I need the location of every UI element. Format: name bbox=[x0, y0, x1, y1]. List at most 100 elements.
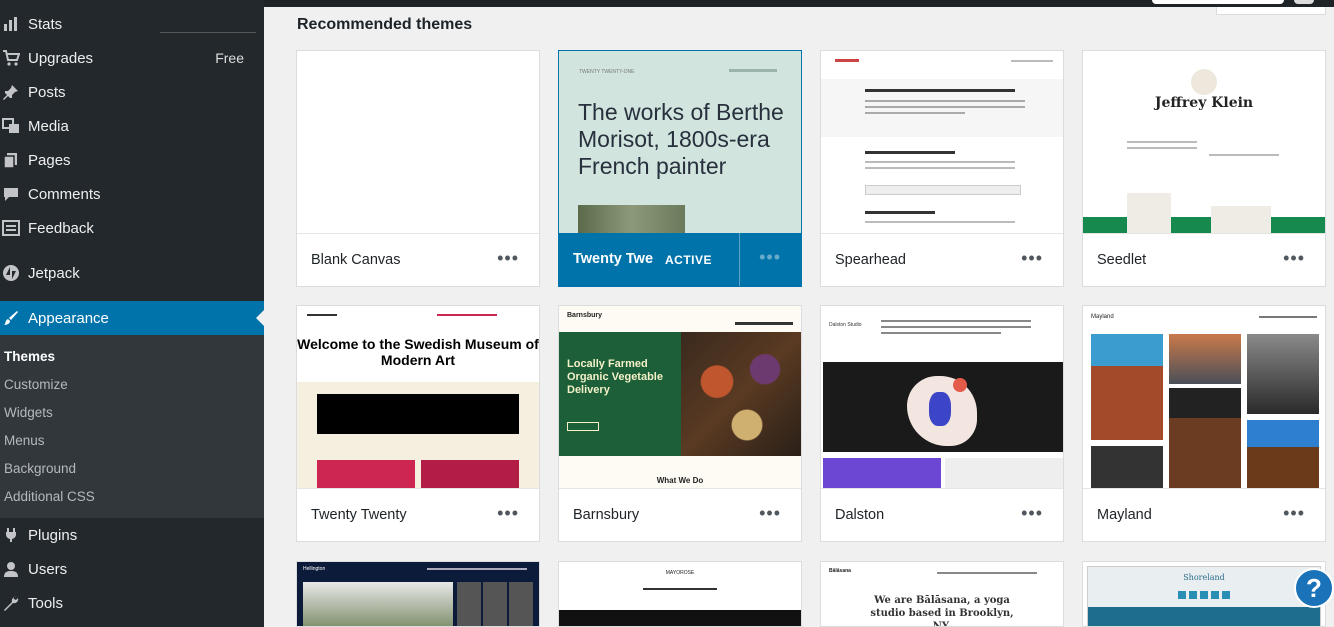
sidebar-item-upgrades[interactable]: Upgrades Free bbox=[0, 41, 264, 75]
preview-nav bbox=[1259, 316, 1317, 318]
users-icon bbox=[2, 560, 20, 578]
submenu-item-background[interactable]: Background bbox=[4, 461, 76, 476]
sidebar-item-media[interactable]: Media bbox=[0, 109, 264, 143]
submenu-item-widgets[interactable]: Widgets bbox=[4, 405, 53, 420]
sidebar-item-tools[interactable]: Tools bbox=[0, 586, 264, 620]
help-button[interactable]: ? bbox=[1294, 568, 1334, 608]
theme-info: Seedlet ••• bbox=[1083, 233, 1325, 286]
submenu-item-customize[interactable]: Customize bbox=[4, 377, 68, 392]
sidebar-item-label: Pages bbox=[28, 151, 71, 169]
more-options-icon[interactable]: ••• bbox=[497, 248, 519, 269]
topbar-search-pill[interactable] bbox=[1152, 0, 1284, 4]
cart-icon bbox=[2, 49, 20, 67]
sidebar-item-label: Users bbox=[28, 560, 68, 578]
theme-screenshot[interactable] bbox=[821, 51, 1063, 233]
sidebar-item-label: Jetpack bbox=[28, 264, 80, 282]
theme-screenshot[interactable]: TWENTY TWENTY-ONE The works of Berthe Mo… bbox=[559, 51, 801, 233]
sidebar-item-feedback[interactable]: Feedback bbox=[0, 211, 264, 245]
preview-image bbox=[1127, 193, 1171, 233]
more-options-icon[interactable]: ••• bbox=[1021, 248, 1043, 269]
upgrades-badge: Free bbox=[215, 50, 244, 66]
theme-screenshot[interactable]: Shoreland bbox=[1083, 562, 1325, 626]
topbar-icon[interactable] bbox=[1294, 0, 1314, 4]
preview-site-title: Bālāsana bbox=[829, 568, 851, 574]
sidebar-item-label: Comments bbox=[28, 185, 101, 203]
sidebar-item-label: Stats bbox=[28, 15, 63, 33]
sidebar-item-plugins[interactable]: Plugins bbox=[0, 518, 264, 552]
theme-card-mayland[interactable]: Mayland Mayland ••• bbox=[1082, 305, 1326, 542]
theme-card-row3-1[interactable]: Hellington bbox=[296, 561, 540, 627]
more-options-icon[interactable]: ••• bbox=[1283, 503, 1305, 524]
preview-image bbox=[945, 458, 1063, 488]
preview-text bbox=[881, 326, 1031, 328]
theme-screenshot[interactable]: Welcome to the Swedish Museum of Modern … bbox=[297, 306, 539, 488]
sidebar-item-comments[interactable]: Comments bbox=[0, 177, 264, 211]
theme-screenshot[interactable] bbox=[297, 51, 539, 233]
sidebar-item-posts[interactable]: Posts bbox=[0, 75, 264, 109]
theme-screenshot[interactable]: Bālāsana We are Bālāsana, a yoga studio … bbox=[821, 562, 1063, 626]
preview-vegetables-image bbox=[681, 332, 801, 456]
preview-portrait bbox=[1091, 334, 1163, 440]
theme-card-barnsbury[interactable]: Barnsbury Locally Farmed Organic Vegetab… bbox=[558, 305, 802, 542]
preview-hero-dark bbox=[559, 610, 801, 626]
theme-card-twenty-twenty-one[interactable]: TWENTY TWENTY-ONE The works of Berthe Mo… bbox=[558, 50, 802, 287]
preview-avatar bbox=[1191, 69, 1217, 95]
theme-screenshot[interactable]: Dalston Studio bbox=[821, 306, 1063, 488]
search-box-edge[interactable] bbox=[1216, 7, 1326, 15]
theme-card-row3-3[interactable]: Bālāsana We are Bālāsana, a yoga studio … bbox=[820, 561, 1064, 627]
preview-hero bbox=[1088, 607, 1320, 626]
theme-card-blank-canvas[interactable]: Blank Canvas ••• bbox=[296, 50, 540, 287]
more-options-icon[interactable]: ••• bbox=[497, 503, 519, 524]
theme-name: Barnsbury bbox=[573, 507, 640, 523]
preview-text bbox=[881, 332, 1001, 334]
more-options-icon[interactable]: ••• bbox=[1021, 503, 1043, 524]
theme-name: Twenty Twenty bbox=[311, 507, 407, 523]
preview-hero: Locally Farmed Organic Vegetable Deliver… bbox=[559, 332, 681, 456]
sidebar-item-stats[interactable]: Stats bbox=[0, 7, 264, 41]
jetpack-icon bbox=[2, 264, 20, 282]
wrench-icon bbox=[2, 594, 20, 612]
preview-post-title bbox=[865, 211, 935, 214]
preview-logo bbox=[835, 59, 859, 62]
submenu-item-themes[interactable]: Themes bbox=[4, 349, 55, 364]
theme-card-row3-4[interactable]: Shoreland bbox=[1082, 561, 1326, 627]
sidebar-item-jetpack[interactable]: Jetpack bbox=[0, 256, 264, 290]
theme-card-row3-2[interactable]: MAYOROSE bbox=[558, 561, 802, 627]
preview-image bbox=[1211, 206, 1271, 233]
theme-card-seedlet[interactable]: Jeffrey Klein Seedlet ••• bbox=[1082, 50, 1326, 287]
theme-info: Dalston ••• bbox=[821, 488, 1063, 541]
theme-card-twenty-twenty[interactable]: Welcome to the Swedish Museum of Modern … bbox=[296, 305, 540, 542]
theme-screenshot[interactable]: Barnsbury Locally Farmed Organic Vegetab… bbox=[559, 306, 801, 488]
sidebar-item-label: Plugins bbox=[28, 526, 78, 544]
sidebar-item-appearance[interactable]: Appearance bbox=[0, 301, 264, 335]
preview-headline: The works of Berthe Morisot, 1800s-era F… bbox=[578, 99, 784, 179]
theme-name: Mayland bbox=[1097, 507, 1152, 523]
preview-nav bbox=[643, 588, 717, 590]
more-options-icon[interactable]: ••• bbox=[759, 503, 781, 524]
preview-nav bbox=[729, 69, 777, 72]
pin-icon bbox=[2, 83, 20, 101]
theme-card-spearhead[interactable]: Spearhead ••• bbox=[820, 50, 1064, 287]
theme-screenshot[interactable]: Hellington bbox=[297, 562, 539, 626]
theme-card-dalston[interactable]: Dalston Studio Dalston ••• bbox=[820, 305, 1064, 542]
sidebar-item-users[interactable]: Users bbox=[0, 552, 264, 586]
feedback-icon bbox=[2, 219, 20, 237]
preview-nav bbox=[427, 568, 527, 570]
preview-image bbox=[421, 460, 519, 488]
more-options-icon[interactable]: ••• bbox=[759, 247, 781, 268]
sidebar-item-pages[interactable]: Pages bbox=[0, 143, 264, 177]
preview-site-title: Shoreland bbox=[1183, 573, 1225, 582]
preview-site-title: MAYOROSE bbox=[665, 570, 695, 576]
theme-screenshot[interactable]: Mayland bbox=[1083, 306, 1325, 488]
submenu-item-menus[interactable]: Menus bbox=[4, 433, 45, 448]
preview-portrait bbox=[1091, 446, 1163, 488]
more-options-icon[interactable]: ••• bbox=[1283, 248, 1305, 269]
submenu-item-additional-css[interactable]: Additional CSS bbox=[4, 489, 95, 504]
preview-site-title: Mayland bbox=[1091, 314, 1114, 320]
theme-screenshot[interactable]: MAYOROSE bbox=[559, 562, 801, 626]
preview-portrait bbox=[1169, 334, 1241, 384]
theme-screenshot[interactable]: Jeffrey Klein bbox=[1083, 51, 1325, 233]
appearance-icon bbox=[2, 309, 20, 327]
preview-nav bbox=[437, 314, 497, 316]
comments-icon bbox=[2, 185, 20, 203]
